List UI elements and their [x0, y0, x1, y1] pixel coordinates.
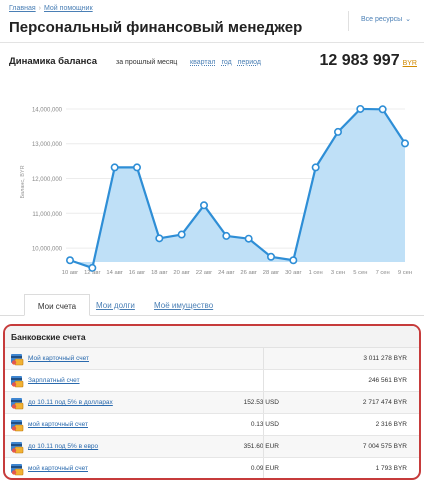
account-amount: 7 004 575 BYR: [362, 443, 407, 450]
y-tick-label: 12,000,000: [32, 177, 63, 183]
data-point: [222, 231, 231, 240]
period-links: квартал год период: [190, 59, 267, 66]
bank-accounts-list: Мой карточный счет 3 011 278 BYR Зарплатны…: [5, 348, 419, 478]
x-tick-label: 28 авг: [263, 270, 279, 276]
y-tick-label: 14,000,000: [32, 107, 63, 113]
column-divider: [263, 370, 264, 391]
account-row: Мой карточный счет 3 011 278 BYR: [5, 348, 419, 370]
column-divider: [263, 436, 264, 457]
currency-link[interactable]: BYR: [403, 60, 417, 67]
bank-account-icon: [10, 396, 24, 410]
account-foreign-amount: 152.53 USD: [243, 399, 279, 406]
account-amount: 1 793 BYR: [375, 465, 407, 472]
bank-account-icon: [10, 352, 24, 366]
chevron-right-icon: ›: [38, 5, 41, 12]
column-divider: [263, 392, 264, 413]
all-resources-label: Все ресурсы: [361, 16, 403, 23]
x-tick-label: 26 авг: [240, 270, 256, 276]
x-tick-label: 22 авг: [196, 270, 212, 276]
x-tick-label: 1 сен: [309, 270, 323, 276]
x-tick-label: 5 сен: [353, 270, 367, 276]
column-divider: [263, 458, 264, 478]
period-year-link[interactable]: год: [221, 59, 231, 66]
period-quarter-link[interactable]: квартал: [190, 59, 215, 66]
data-point: [311, 163, 320, 172]
bank-accounts-panel: Банковские счета Мой карточный счет 3 011…: [3, 324, 421, 480]
data-point: [266, 252, 275, 261]
x-tick-label: 7 сен: [376, 270, 390, 276]
data-point: [177, 230, 186, 239]
data-point: [110, 163, 119, 172]
x-tick-label: 30 авг: [285, 270, 301, 276]
data-point: [200, 201, 209, 210]
account-name-link[interactable]: Мой карточный счет: [28, 355, 89, 362]
account-amount: 2 316 BYR: [375, 421, 407, 428]
account-row: Зарплатный счет 246 561 BYR: [5, 370, 419, 392]
series-area: [70, 108, 405, 268]
data-point: [66, 256, 75, 265]
bank-account-icon: [10, 462, 24, 476]
data-point: [333, 127, 342, 136]
account-name-link[interactable]: мой карточный счет: [28, 421, 88, 428]
x-tick-label: 12 авг: [84, 270, 100, 276]
account-row: мой карточный счет 0.09 EUR 1 793 BYR: [5, 458, 419, 478]
column-divider: [263, 414, 264, 435]
y-tick-label: 11,000,000: [32, 212, 62, 218]
bank-account-icon: [10, 440, 24, 454]
data-point: [155, 234, 164, 243]
data-point: [133, 163, 142, 172]
account-amount: 3 011 278 BYR: [363, 355, 407, 362]
x-tick-label: 9 сен: [398, 270, 412, 276]
data-point: [244, 234, 253, 243]
period-label: за прошлый месяц: [116, 59, 178, 66]
x-tick-label: 3 сен: [331, 270, 345, 276]
account-row: до 10.11 под 5% в долларах 152.53 USD 2 71…: [5, 392, 419, 414]
breadcrumb-current-link[interactable]: Мой помощник: [44, 5, 93, 12]
tab-my-debts[interactable]: Мои долги: [96, 301, 135, 310]
x-tick-label: 14 авг: [106, 270, 122, 276]
tab-my-property[interactable]: Моё имущество: [154, 301, 213, 310]
account-name-link[interactable]: Зарплатный счет: [28, 377, 80, 384]
total-balance-amount: 12 983 997: [319, 52, 400, 69]
account-row: до 10.11 под 5% в евро 351.60 EUR 7 004 57…: [5, 436, 419, 458]
y-tick-label: 13,000,000: [32, 142, 63, 148]
x-tick-label: 20 авг: [173, 270, 189, 276]
y-tick-label: 10,000,000: [32, 247, 63, 253]
account-amount: 246 561 BYR: [368, 377, 407, 384]
x-tick-label: 16 авг: [129, 270, 145, 276]
balance-heading: Динамика баланса: [9, 56, 98, 67]
total-balance: 12 983 997 BYR: [320, 52, 417, 70]
x-tick-label: 18 авг: [151, 270, 167, 276]
x-tick-label: 10 авг: [62, 270, 78, 276]
account-row: мой карточный счет 0.13 USD 2 316 BYR: [5, 414, 419, 436]
page-title: Персональный финансовый менеджер: [9, 19, 303, 36]
breadcrumb: Главная › Мой помощник: [9, 5, 93, 12]
account-foreign-amount: 351.60 EUR: [243, 443, 279, 450]
bank-accounts-heading: Банковские счета: [5, 326, 419, 348]
chevron-down-icon: ⌄: [405, 16, 412, 23]
data-point: [289, 256, 298, 265]
account-name-link[interactable]: мой карточный счет: [28, 465, 88, 472]
account-name-link[interactable]: до 10.11 под 5% в долларах: [28, 399, 113, 406]
data-point: [378, 105, 387, 114]
all-resources-dropdown[interactable]: Все ресурсы ⌄: [348, 11, 424, 31]
column-divider: [263, 348, 264, 369]
x-tick-label: 24 авг: [218, 270, 234, 276]
data-point: [400, 139, 409, 148]
breadcrumb-home-link[interactable]: Главная: [9, 5, 36, 12]
balance-chart: 10,000,000 11,000,000 12,000,000 13,000,000…: [20, 104, 412, 276]
header-divider: [0, 42, 424, 43]
y-axis-label: Баланс, BYR: [20, 165, 26, 198]
account-name-link[interactable]: до 10.11 под 5% в евро: [28, 443, 98, 450]
bank-account-icon: [10, 374, 24, 388]
account-foreign-amount: 0.13 USD: [250, 421, 279, 428]
account-amount: 2 717 474 BYR: [362, 399, 407, 406]
account-foreign-amount: 0.09 EUR: [250, 465, 279, 472]
tab-my-accounts[interactable]: Мои счета: [24, 294, 90, 316]
data-point: [356, 104, 365, 113]
bank-account-icon: [10, 418, 24, 432]
period-custom-link[interactable]: период: [238, 59, 261, 66]
